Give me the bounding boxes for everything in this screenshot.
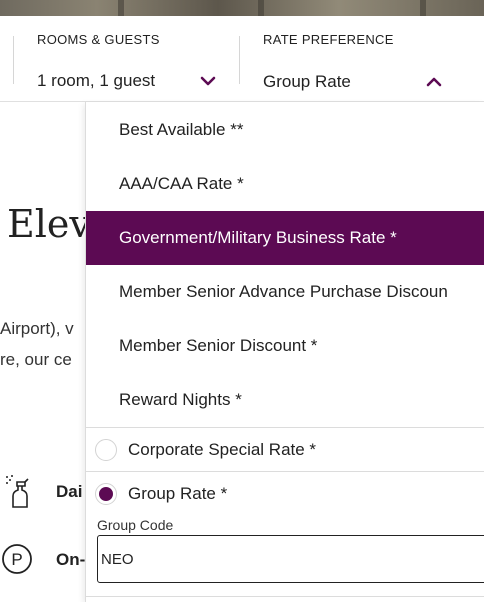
option-label: Reward Nights *	[119, 390, 242, 409]
radio-corporate-special-rate[interactable]: Corporate Special Rate *	[86, 428, 484, 472]
rate-option-member-senior-discount[interactable]: Member Senior Discount *	[86, 319, 484, 373]
amenity-label: On-	[56, 550, 86, 569]
group-code-label: Group Code	[97, 517, 174, 533]
rate-option-reward-nights[interactable]: Reward Nights *	[86, 373, 484, 427]
radio-label: Corporate Special Rate *	[128, 440, 317, 459]
rate-option-government-military[interactable]: Government/Military Business Rate *	[86, 211, 484, 265]
radio-button[interactable]	[95, 439, 117, 461]
group-code-input[interactable]	[97, 535, 484, 583]
rooms-guests-label: ROOMS & GUESTS	[37, 32, 160, 47]
divider	[86, 596, 484, 597]
rate-preference-label: RATE PREFERENCE	[263, 32, 394, 47]
option-label: Member Senior Discount *	[119, 336, 318, 355]
page-title: Elev	[7, 202, 91, 246]
rate-option-best-available[interactable]: Best Available **	[86, 103, 484, 157]
radio-group-rate[interactable]: Group Rate *	[86, 472, 484, 516]
description-text: Airport), v	[0, 319, 74, 338]
option-label: Best Available **	[119, 120, 244, 139]
chevron-down-icon[interactable]	[199, 72, 217, 90]
chevron-up-icon[interactable]	[425, 73, 443, 91]
booking-bar: ROOMS & GUESTS 1 room, 1 guest RATE PREF…	[0, 16, 484, 102]
divider	[13, 36, 14, 84]
radio-label: Group Rate *	[128, 484, 228, 503]
rate-preference-value[interactable]: Group Rate	[263, 72, 351, 92]
rate-option-aaa-caa[interactable]: AAA/CAA Rate *	[86, 157, 484, 211]
rooms-guests-value[interactable]: 1 room, 1 guest	[37, 71, 155, 91]
spray-bottle-icon	[6, 475, 29, 508]
option-label: Member Senior Advance Purchase Discoun	[119, 282, 448, 301]
option-label: Government/Military Business Rate *	[119, 228, 397, 247]
amenity-label: Dai	[56, 482, 83, 501]
radio-button-selected[interactable]	[95, 483, 117, 505]
divider	[239, 36, 240, 84]
rate-option-member-senior-advance[interactable]: Member Senior Advance Purchase Discoun	[86, 265, 484, 319]
hero-image	[0, 0, 484, 16]
svg-text:P: P	[11, 550, 22, 569]
rate-preference-dropdown: Best Available ** AAA/CAA Rate * Governm…	[85, 102, 484, 602]
description-text: re, our ce	[0, 350, 72, 369]
parking-icon: P	[2, 544, 32, 574]
option-label: AAA/CAA Rate *	[119, 174, 244, 193]
